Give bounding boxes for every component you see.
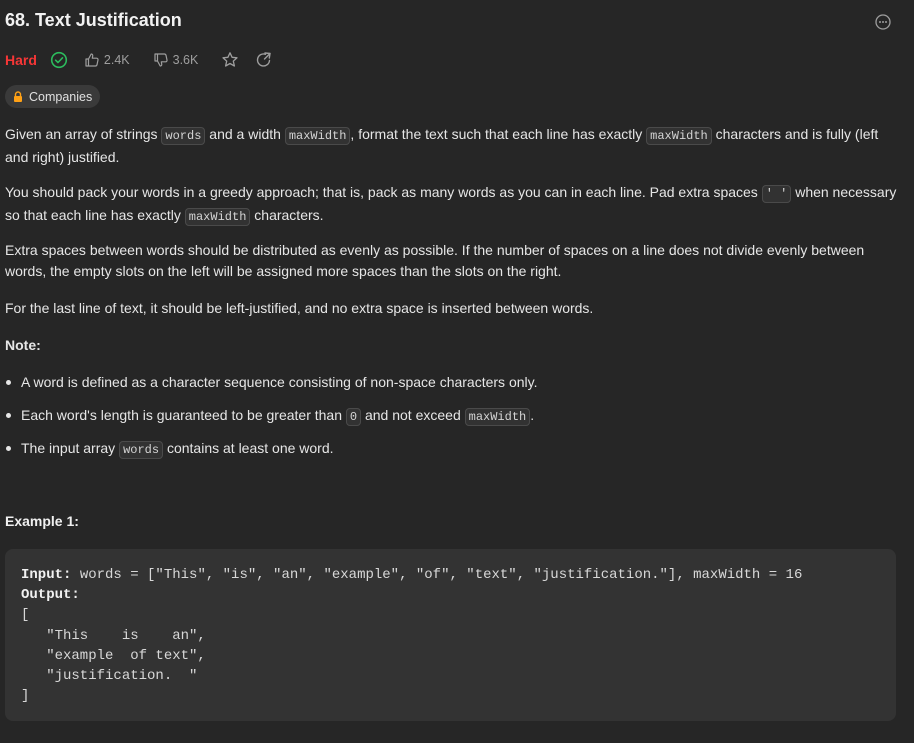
output-line: "This is an",	[21, 627, 206, 644]
star-icon[interactable]	[221, 51, 239, 69]
dislike-count: 3.6K	[172, 53, 199, 67]
note-heading: Note:	[5, 337, 41, 353]
inline-code: maxWidth	[284, 127, 351, 145]
output-line: ]	[21, 688, 30, 705]
inline-code: 0	[345, 408, 362, 426]
thumbs-down-icon	[153, 52, 173, 68]
check-circle-icon	[50, 51, 68, 69]
inline-code: maxWidth	[646, 127, 712, 145]
output-line: "example of text",	[21, 647, 206, 664]
inline-code: ' '	[761, 185, 792, 203]
like-button[interactable]: 2.4K	[84, 52, 130, 68]
problem-description-panel: 68. Text Justification Hard 2.4K 3.6K Co…	[0, 0, 914, 743]
share-icon[interactable]	[255, 51, 273, 69]
description-paragraph: Extra spaces between words should be dis…	[5, 242, 865, 279]
inline-code: maxWidth	[464, 408, 531, 426]
description-paragraph: Given an array of strings words and a wi…	[5, 126, 879, 165]
thumbs-up-icon	[84, 52, 104, 68]
inline-code: words	[119, 441, 164, 459]
example-code: Input: words = ["This", "is", "an", "exa…	[21, 565, 802, 706]
lock-icon	[13, 91, 23, 102]
description-paragraph: For the last line of text, it should be …	[5, 300, 594, 316]
list-item: A word is defined as a character sequenc…	[5, 372, 897, 405]
problem-title[interactable]: 68. Text Justification	[5, 10, 182, 31]
notes-list: A word is defined as a character sequenc…	[5, 372, 897, 471]
input-label: Input:	[21, 567, 72, 583]
example-heading: Example 1:	[5, 513, 79, 529]
output-label: Output:	[21, 587, 80, 604]
input-value: words = ["This", "is", "an", "example", …	[71, 567, 803, 583]
output-line: "justification. "	[21, 668, 198, 685]
dislike-button[interactable]: 3.6K	[153, 52, 199, 68]
inline-code: maxWidth	[184, 208, 251, 226]
companies-label: Companies	[29, 89, 93, 104]
output-line: [	[21, 607, 30, 624]
inline-code: words	[161, 127, 206, 145]
like-count: 2.4K	[103, 53, 130, 67]
example-block: Input: words = ["This", "is", "an", "exa…	[5, 549, 896, 721]
problem-meta-row: Hard 2.4K 3.6K	[5, 49, 273, 71]
companies-tag[interactable]: Companies	[5, 85, 101, 108]
difficulty-badge: Hard	[5, 52, 37, 68]
description-paragraph: You should pack your words in a greedy a…	[5, 184, 897, 226]
list-item: Each word's length is guaranteed to be g…	[5, 405, 897, 438]
list-item: The input array words contains at least …	[5, 438, 897, 471]
more-icon[interactable]	[874, 13, 892, 31]
